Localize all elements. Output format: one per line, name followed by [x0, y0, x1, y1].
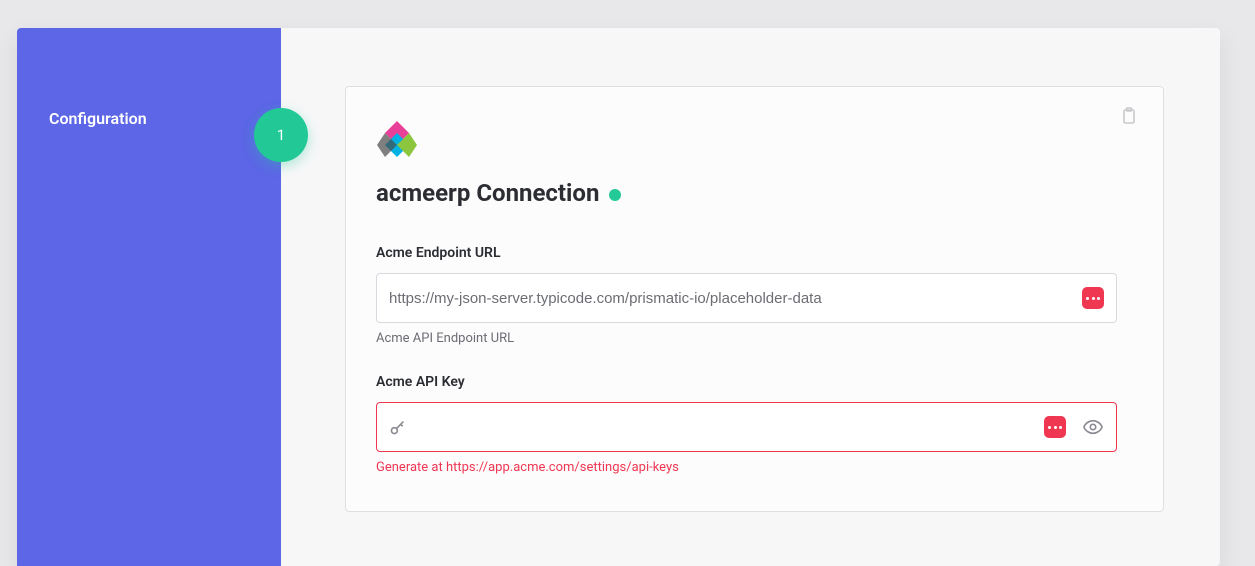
apikey-input-wrap[interactable]	[376, 402, 1117, 452]
apikey-helper: Generate at https://app.acme.com/setting…	[376, 460, 1117, 475]
status-indicator	[609, 189, 621, 201]
endpoint-input[interactable]	[389, 274, 1082, 322]
apikey-more-button[interactable]	[1044, 416, 1066, 438]
apikey-field: Acme API Key	[376, 374, 1117, 475]
apikey-visibility-toggle[interactable]	[1082, 416, 1104, 438]
apikey-input[interactable]	[417, 403, 1044, 451]
endpoint-field: Acme Endpoint URL Acme API Endpoint URL	[376, 245, 1117, 346]
step-number-badge: 1	[254, 108, 308, 162]
connection-title-row: acmeerp Connection	[376, 179, 1117, 207]
connection-card: acmeerp Connection Acme Endpoint URL Acm…	[345, 86, 1164, 512]
endpoint-label: Acme Endpoint URL	[376, 245, 1117, 261]
apikey-label: Acme API Key	[376, 374, 1117, 390]
key-icon	[389, 418, 407, 436]
wizard-sidebar: Configuration 1	[17, 28, 281, 566]
config-modal: Configuration 1	[17, 28, 1220, 566]
apikey-trailing	[1044, 416, 1104, 438]
page-wrap: Configuration 1	[0, 0, 1255, 566]
acmeerp-logo-icon	[376, 117, 418, 159]
clipboard-icon[interactable]	[1121, 107, 1139, 127]
content-area: acmeerp Connection Acme Endpoint URL Acm…	[281, 28, 1220, 566]
endpoint-helper: Acme API Endpoint URL	[376, 331, 1117, 346]
sidebar-step-label: Configuration	[49, 109, 147, 128]
connection-title: acmeerp Connection	[376, 179, 599, 207]
sidebar-step-configuration[interactable]: Configuration	[17, 98, 281, 138]
endpoint-more-button[interactable]	[1082, 287, 1104, 309]
endpoint-trailing	[1082, 287, 1104, 309]
endpoint-input-wrap[interactable]	[376, 273, 1117, 323]
